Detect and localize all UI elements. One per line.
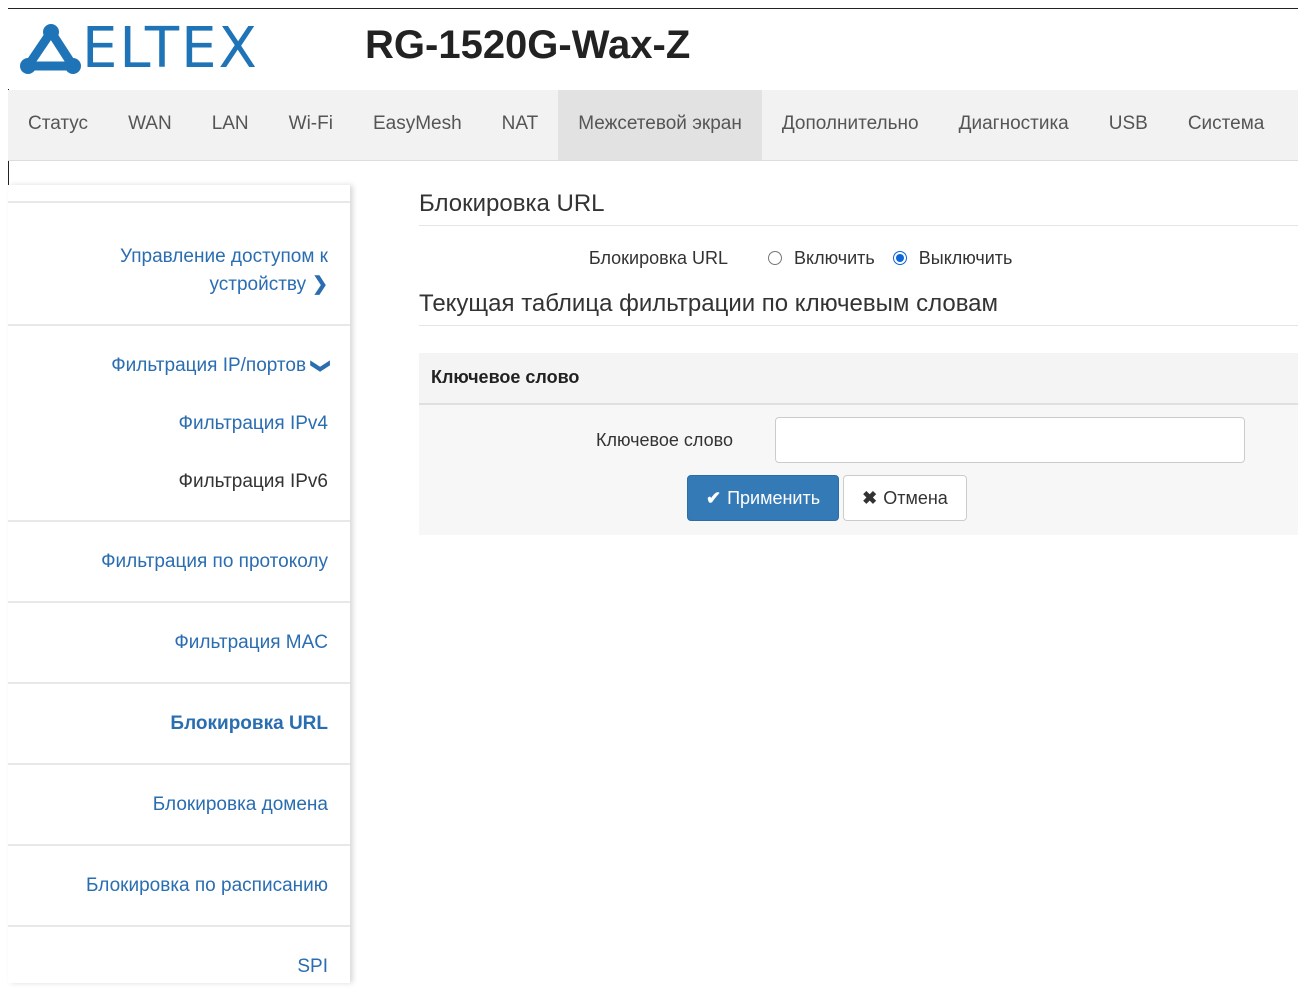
radio-disable-circle[interactable] — [892, 251, 907, 265]
nav-tab-advanced[interactable]: Дополнительно — [762, 90, 939, 160]
nav-tab-wan[interactable]: WAN — [108, 90, 192, 160]
sidebar-item-ipv6-filter[interactable]: Фильтрация IPv6 — [8, 468, 350, 496]
keyword-input[interactable] — [775, 417, 1245, 463]
logo-text: ELTEX — [82, 16, 259, 81]
eltex-logo: ELTEX — [18, 19, 259, 79]
sidebar-item-label: Блокировка по расписанию — [86, 875, 328, 896]
sidebar-item-label: устройству — [209, 274, 307, 295]
check-icon: ✔ — [706, 487, 722, 508]
nav-tab-system[interactable]: Система — [1168, 90, 1285, 160]
sidebar-item-label: Блокировка URL — [170, 713, 328, 734]
cancel-button-label: Отмена — [883, 487, 948, 508]
sidebar-item-label: Фильтрация IP/портов — [111, 355, 307, 376]
sidebar-item-ip-port-filter[interactable]: Фильтрация IP/портов ❮ — [8, 352, 350, 380]
sidebar-item-schedule-block[interactable]: Блокировка по расписанию — [8, 846, 350, 927]
top-nav: Статус WAN LAN Wi-Fi EasyMesh NAT Межсет… — [8, 90, 1298, 161]
close-icon: ✖ — [862, 487, 878, 508]
apply-button-label: Применить — [727, 487, 821, 508]
sidebar-item-label: Фильтрация MAC — [174, 632, 328, 653]
sidebar-item-label: Управление доступом к — [120, 246, 328, 267]
radio-disable-label: Выключить — [918, 247, 1013, 268]
main-content: Блокировка URL Блокировка URL Включить В… — [419, 190, 1298, 535]
sidebar-item-label: Фильтрация по протоколу — [101, 551, 328, 572]
sidebar: Управление доступом к устройству ❯ Фильтр… — [8, 185, 350, 983]
nav-tab-wifi[interactable]: Wi-Fi — [269, 90, 353, 160]
chevron-right-icon: ❯ — [312, 274, 328, 295]
logo-mark-icon — [20, 24, 81, 74]
nav-tab-lan[interactable]: LAN — [192, 90, 269, 160]
radio-enable-circle[interactable] — [768, 251, 782, 265]
sidebar-item-label: Блокировка домена — [152, 794, 328, 815]
radio-enable[interactable]: Включить — [768, 248, 875, 269]
keyword-row: Ключевое слово — [419, 405, 1298, 475]
nav-tab-easymesh[interactable]: EasyMesh — [353, 90, 482, 160]
nav-tab-diagnostics[interactable]: Диагностика — [939, 90, 1089, 160]
button-row: ✔ Применить ✖ Отмена — [419, 475, 1298, 535]
cancel-button[interactable]: ✖ Отмена — [843, 475, 967, 521]
header: ELTEX RG-1520G-Wax-Z — [8, 9, 1298, 89]
chevron-down-icon: ❮ — [309, 358, 331, 374]
sidebar-item-label: SPI — [297, 956, 328, 977]
nav-tab-usb[interactable]: USB — [1089, 90, 1168, 160]
sidebar-group-ip-port: Фильтрация IP/портов ❮ Фильтрация IPv4 Фи… — [8, 326, 350, 522]
url-block-label: Блокировка URL — [588, 247, 728, 268]
sidebar-item-spi[interactable]: SPI — [8, 927, 350, 997]
nav-tab-nat[interactable]: NAT — [482, 90, 559, 160]
section-title: Блокировка URL — [419, 190, 1298, 226]
sidebar-item-mac-filter[interactable]: Фильтрация MAC — [8, 603, 350, 684]
sidebar-item-ipv4-filter[interactable]: Фильтрация IPv4 — [8, 410, 350, 438]
apply-button[interactable]: ✔ Применить — [687, 475, 840, 521]
device-model-title: RG-1520G-Wax-Z — [365, 23, 691, 67]
radio-enable-label: Включить — [794, 247, 875, 268]
keyword-panel: Ключевое слово Ключевое слово ✔ Применит… — [419, 353, 1298, 535]
table-title: Текущая таблица фильтрации по ключевым с… — [419, 290, 1298, 326]
nav-tab-firewall[interactable]: Межсетевой экран — [558, 90, 762, 160]
nav-tab-status[interactable]: Статус — [8, 90, 108, 160]
radio-disable[interactable]: Выключить — [892, 247, 1013, 269]
sidebar-item-access-control[interactable]: Управление доступом к устройству ❯ — [8, 201, 350, 326]
sidebar-item-protocol-filter[interactable]: Фильтрация по протоколу — [8, 522, 350, 603]
keyword-label: Ключевое слово — [596, 429, 733, 450]
panel-header: Ключевое слово — [419, 353, 1298, 405]
url-block-toggle: Блокировка URL Включить Выключить — [419, 226, 1298, 290]
sidebar-item-url-block[interactable]: Блокировка URL — [8, 684, 350, 765]
sidebar-item-domain-block[interactable]: Блокировка домена — [8, 765, 350, 846]
